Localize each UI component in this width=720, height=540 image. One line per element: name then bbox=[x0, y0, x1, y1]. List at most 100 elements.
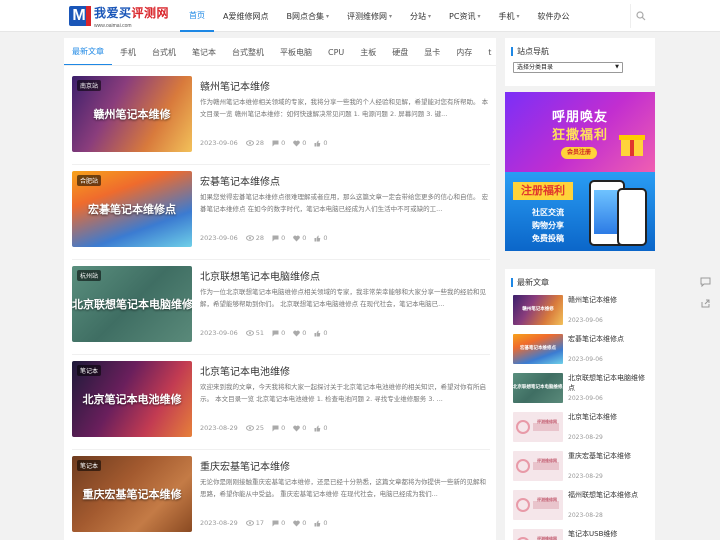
like-count[interactable]: 0 bbox=[293, 329, 306, 337]
tab-2[interactable]: 台式机 bbox=[144, 38, 184, 65]
recent-post-item[interactable]: 评测维修网 北京笔记本维修 2023-08-29 bbox=[513, 412, 653, 450]
benefit-line: 免费投稿 bbox=[532, 234, 564, 243]
post-category-tag[interactable]: 杭州站 bbox=[77, 270, 102, 281]
thumbnail-caption: 北京联想笔记本电脑维修点 bbox=[513, 385, 563, 390]
recent-post-item[interactable]: 评测维修网 笔记本USB维修 bbox=[513, 529, 653, 540]
member-register-button[interactable]: 会员注册 bbox=[561, 147, 597, 159]
recent-post-thumbnail[interactable]: 宏碁笔记本维修点 bbox=[513, 334, 563, 364]
upvote-count[interactable]: 0 bbox=[314, 519, 327, 527]
post-category-tag[interactable]: 南京站 bbox=[77, 80, 102, 91]
upvote-count[interactable]: 0 bbox=[314, 329, 327, 337]
post-item: 杭州站 北京联想笔记本电脑维修点 北京联想笔记本电脑维修点 作为一位北京联想笔记本电脑… bbox=[72, 266, 490, 350]
post-title[interactable]: 北京笔记本电池维修 bbox=[200, 363, 290, 378]
heart-icon bbox=[293, 520, 300, 526]
post-thumbnail[interactable]: 笔记本 北京笔记本电池维修 bbox=[72, 361, 192, 437]
upvote-count[interactable]: 0 bbox=[314, 139, 327, 147]
thumbs-up-icon bbox=[314, 235, 321, 241]
nav-item-1[interactable]: A爱维修网点 bbox=[214, 0, 277, 32]
recent-post-title[interactable]: 重庆宏基笔记本维修 bbox=[568, 451, 648, 461]
upvote-count[interactable]: 0 bbox=[314, 424, 327, 432]
upvote-count[interactable]: 0 bbox=[314, 234, 327, 242]
chevron-down-icon: ▾ bbox=[516, 12, 520, 20]
recent-post-item[interactable]: 评测维修网 重庆宏基笔记本维修 2023-08-29 bbox=[513, 451, 653, 489]
nav-item-5[interactable]: PC资讯 ▾ bbox=[440, 0, 489, 32]
nav-item-4[interactable]: 分站 ▾ bbox=[401, 0, 440, 32]
tab-1[interactable]: 手机 bbox=[112, 38, 144, 65]
site-header: M 我爱买评测网 www.oaimai.com 首页 A爱维修网点 B网点合集 ▾ 评测… bbox=[0, 0, 720, 32]
post-thumbnail[interactable]: 南京站 赣州笔记本维修 bbox=[72, 76, 192, 152]
comment-float-button[interactable] bbox=[693, 270, 717, 292]
tab-11[interactable]: t bbox=[480, 38, 496, 65]
post-category-tag[interactable]: 笔记本 bbox=[77, 365, 102, 376]
tab-10[interactable]: 内存 bbox=[448, 38, 480, 65]
category-tabs: 最新文章 手机 台式机 笔记本 台式整机 平板电脑 CPU 主板 硬盘 显卡 内存 t bbox=[64, 38, 496, 66]
tab-8[interactable]: 硬盘 bbox=[384, 38, 416, 65]
recent-post-item[interactable]: 评测维修网 福州联想笔记本维修点 2023-08-28 bbox=[513, 490, 653, 528]
search-button[interactable] bbox=[630, 4, 651, 28]
recent-post-title[interactable]: 赣州笔记本维修 bbox=[568, 295, 648, 305]
share-float-button[interactable] bbox=[693, 292, 717, 314]
post-excerpt: 欢迎来到我的文章，今天我将和大家一起探讨关于北京笔记本电池维修的相关知识，希望对… bbox=[200, 383, 486, 403]
category-select[interactable]: 选择分类目录 ▼ bbox=[513, 62, 623, 73]
post-title[interactable]: 重庆宏基笔记本维修 bbox=[200, 458, 290, 473]
nav-item-2[interactable]: B网点合集 ▾ bbox=[277, 0, 338, 32]
recent-post-thumbnail[interactable]: 评测维修网 bbox=[513, 451, 563, 481]
logo-name: 我爱买评测网 bbox=[94, 5, 170, 20]
recent-post-item[interactable]: 赣州笔记本维修 赣州笔记本维修 2023-09-06 bbox=[513, 295, 653, 333]
recent-post-thumbnail[interactable]: 北京联想笔记本电脑维修点 bbox=[513, 373, 563, 403]
view-count: 17 bbox=[245, 519, 264, 527]
tab-5[interactable]: 平板电脑 bbox=[272, 38, 320, 65]
like-count[interactable]: 0 bbox=[293, 519, 306, 527]
tab-9[interactable]: 显卡 bbox=[416, 38, 448, 65]
recent-post-thumbnail[interactable]: 赣州笔记本维修 bbox=[513, 295, 563, 325]
nav-item-0[interactable]: 首页 bbox=[180, 0, 214, 32]
nav-item-7[interactable]: 软件办公 bbox=[528, 0, 578, 32]
post-title[interactable]: 宏碁笔记本维修点 bbox=[200, 173, 280, 188]
post-thumbnail[interactable]: 笔记本 重庆宏基笔记本维修 bbox=[72, 456, 192, 532]
recent-post-title[interactable]: 北京联想笔记本电脑维修点 bbox=[568, 373, 648, 393]
recent-post-thumbnail[interactable]: 评测维修网 bbox=[513, 412, 563, 442]
site-logo[interactable]: M 我爱买评测网 www.oaimai.com bbox=[69, 5, 170, 29]
comment-icon bbox=[272, 425, 279, 431]
tab-0[interactable]: 最新文章 bbox=[64, 38, 112, 65]
recent-post-item[interactable]: 宏碁笔记本维修点 宏碁笔记本维修点 2023-09-06 bbox=[513, 334, 653, 372]
site-watermark-icon bbox=[516, 420, 559, 434]
post-category-tag[interactable]: 笔记本 bbox=[77, 460, 102, 471]
tab-7[interactable]: 主板 bbox=[352, 38, 384, 65]
recent-post-title[interactable]: 福州联想笔记本维修点 bbox=[568, 490, 648, 500]
recent-post-thumbnail[interactable]: 评测维修网 bbox=[513, 529, 563, 540]
post-thumbnail[interactable]: 杭州站 北京联想笔记本电脑维修点 bbox=[72, 266, 192, 342]
promo-banner-signup[interactable]: 呼朋唤友 狂撒福利 会员注册 bbox=[505, 92, 655, 172]
post-divider bbox=[72, 449, 490, 450]
post-title[interactable]: 北京联想笔记本电脑维修点 bbox=[200, 268, 320, 283]
tab-3[interactable]: 笔记本 bbox=[184, 38, 224, 65]
recent-post-item[interactable]: 北京联想笔记本电脑维修点 北京联想笔记本电脑维修点 2023-09-06 bbox=[513, 373, 653, 411]
site-watermark-icon bbox=[516, 498, 559, 512]
recent-post-title[interactable]: 笔记本USB维修 bbox=[568, 529, 648, 539]
like-count[interactable]: 0 bbox=[293, 139, 306, 147]
eye-icon bbox=[245, 425, 254, 431]
main-nav: 首页 A爱维修网点 B网点合集 ▾ 评测维修网 ▾ 分站 ▾ PC资讯 ▾ 手机 ▾ 软件办公 bbox=[180, 0, 578, 32]
post-meta: 2023-08-29 25 0 0 0 bbox=[200, 424, 335, 432]
nav-item-3[interactable]: 评测维修网 ▾ bbox=[338, 0, 401, 32]
heart-icon bbox=[293, 425, 300, 431]
recent-post-date: 2023-08-29 bbox=[568, 473, 603, 480]
thumbs-up-icon bbox=[314, 425, 321, 431]
thumbs-up-icon bbox=[314, 520, 321, 526]
recent-post-thumbnail[interactable]: 评测维修网 bbox=[513, 490, 563, 520]
tab-6[interactable]: CPU bbox=[320, 38, 352, 65]
like-count[interactable]: 0 bbox=[293, 424, 306, 432]
post-thumbnail[interactable]: 合肥站 宏碁笔记本维修点 bbox=[72, 171, 192, 247]
view-count: 51 bbox=[245, 329, 264, 337]
share-icon bbox=[701, 299, 709, 307]
post-title[interactable]: 赣州笔记本维修 bbox=[200, 78, 270, 93]
post-category-tag[interactable]: 合肥站 bbox=[77, 175, 102, 186]
like-count[interactable]: 0 bbox=[293, 234, 306, 242]
recent-post-title[interactable]: 北京笔记本维修 bbox=[568, 412, 648, 422]
recent-post-title[interactable]: 宏碁笔记本维修点 bbox=[568, 334, 648, 344]
floating-actions bbox=[693, 270, 717, 314]
tab-4[interactable]: 台式整机 bbox=[224, 38, 272, 65]
promo-banner-benefits[interactable]: 注册福利 社区交流 购物分享 免费投稿 bbox=[505, 172, 655, 251]
view-count: 28 bbox=[245, 234, 264, 242]
nav-item-6[interactable]: 手机 ▾ bbox=[489, 0, 528, 32]
